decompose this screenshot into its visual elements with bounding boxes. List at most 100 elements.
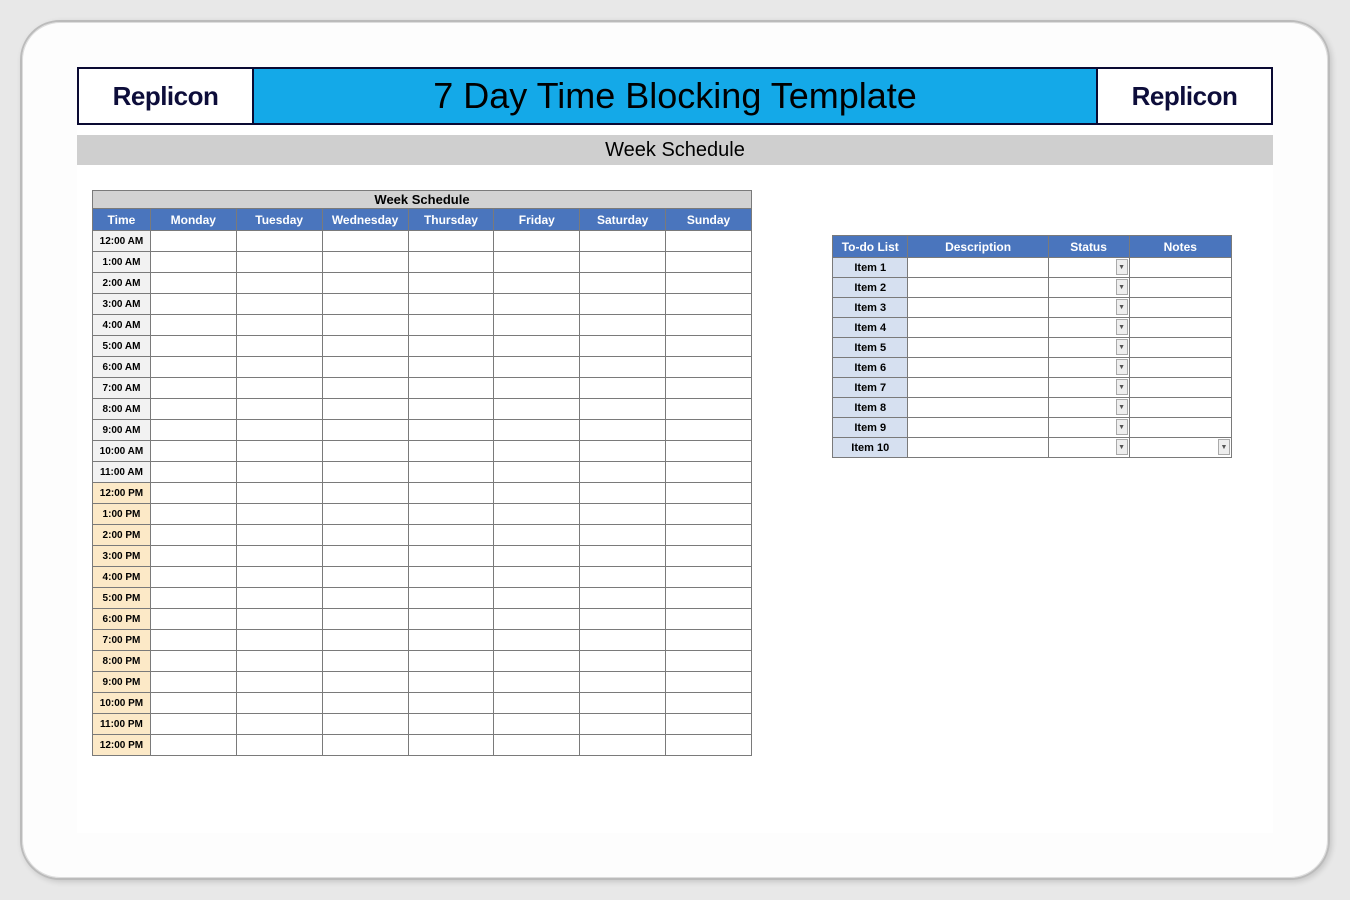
schedule-cell[interactable]: [150, 231, 236, 252]
schedule-cell[interactable]: [236, 441, 322, 462]
schedule-cell[interactable]: [580, 420, 666, 441]
schedule-cell[interactable]: [666, 399, 752, 420]
schedule-cell[interactable]: [666, 273, 752, 294]
schedule-cell[interactable]: [408, 378, 494, 399]
schedule-cell[interactable]: [236, 420, 322, 441]
todo-description-cell[interactable]: [908, 258, 1048, 278]
todo-status-cell[interactable]: ▼: [1048, 398, 1129, 418]
schedule-cell[interactable]: [322, 609, 408, 630]
schedule-cell[interactable]: [322, 399, 408, 420]
todo-status-cell[interactable]: ▼: [1048, 438, 1129, 458]
schedule-cell[interactable]: [408, 252, 494, 273]
todo-description-cell[interactable]: [908, 298, 1048, 318]
schedule-cell[interactable]: [494, 336, 580, 357]
schedule-cell[interactable]: [494, 609, 580, 630]
schedule-cell[interactable]: [580, 546, 666, 567]
schedule-cell[interactable]: [494, 231, 580, 252]
schedule-cell[interactable]: [150, 441, 236, 462]
todo-notes-cell[interactable]: [1129, 278, 1231, 298]
todo-description-cell[interactable]: [908, 398, 1048, 418]
schedule-cell[interactable]: [666, 294, 752, 315]
schedule-cell[interactable]: [408, 567, 494, 588]
schedule-cell[interactable]: [322, 231, 408, 252]
schedule-cell[interactable]: [150, 336, 236, 357]
schedule-cell[interactable]: [236, 462, 322, 483]
schedule-cell[interactable]: [150, 546, 236, 567]
schedule-cell[interactable]: [580, 714, 666, 735]
schedule-cell[interactable]: [408, 525, 494, 546]
schedule-cell[interactable]: [666, 441, 752, 462]
schedule-cell[interactable]: [408, 651, 494, 672]
schedule-cell[interactable]: [408, 546, 494, 567]
schedule-cell[interactable]: [408, 315, 494, 336]
schedule-cell[interactable]: [666, 630, 752, 651]
schedule-cell[interactable]: [322, 651, 408, 672]
schedule-cell[interactable]: [580, 336, 666, 357]
schedule-cell[interactable]: [408, 609, 494, 630]
dropdown-arrow-icon[interactable]: ▼: [1116, 399, 1128, 415]
dropdown-arrow-icon[interactable]: ▼: [1116, 379, 1128, 395]
schedule-cell[interactable]: [580, 735, 666, 756]
schedule-cell[interactable]: [666, 462, 752, 483]
schedule-cell[interactable]: [322, 441, 408, 462]
schedule-cell[interactable]: [580, 357, 666, 378]
schedule-cell[interactable]: [150, 357, 236, 378]
schedule-cell[interactable]: [494, 294, 580, 315]
todo-status-cell[interactable]: ▼: [1048, 358, 1129, 378]
schedule-cell[interactable]: [494, 693, 580, 714]
schedule-cell[interactable]: [666, 483, 752, 504]
schedule-cell[interactable]: [322, 420, 408, 441]
dropdown-arrow-icon[interactable]: ▼: [1116, 359, 1128, 375]
schedule-cell[interactable]: [408, 399, 494, 420]
schedule-cell[interactable]: [322, 588, 408, 609]
todo-notes-cell[interactable]: ▼: [1129, 438, 1231, 458]
schedule-cell[interactable]: [236, 504, 322, 525]
todo-notes-cell[interactable]: [1129, 378, 1231, 398]
schedule-cell[interactable]: [408, 294, 494, 315]
todo-status-cell[interactable]: ▼: [1048, 298, 1129, 318]
schedule-cell[interactable]: [494, 546, 580, 567]
schedule-cell[interactable]: [322, 462, 408, 483]
schedule-cell[interactable]: [236, 546, 322, 567]
schedule-cell[interactable]: [666, 651, 752, 672]
schedule-cell[interactable]: [580, 651, 666, 672]
schedule-cell[interactable]: [580, 231, 666, 252]
schedule-cell[interactable]: [580, 609, 666, 630]
dropdown-arrow-icon[interactable]: ▼: [1116, 339, 1128, 355]
todo-status-cell[interactable]: ▼: [1048, 258, 1129, 278]
schedule-cell[interactable]: [494, 399, 580, 420]
schedule-cell[interactable]: [408, 630, 494, 651]
schedule-cell[interactable]: [580, 630, 666, 651]
schedule-cell[interactable]: [236, 336, 322, 357]
schedule-cell[interactable]: [494, 273, 580, 294]
schedule-cell[interactable]: [580, 462, 666, 483]
schedule-cell[interactable]: [322, 525, 408, 546]
schedule-cell[interactable]: [666, 378, 752, 399]
schedule-cell[interactable]: [494, 567, 580, 588]
schedule-cell[interactable]: [666, 504, 752, 525]
schedule-cell[interactable]: [666, 315, 752, 336]
schedule-cell[interactable]: [322, 546, 408, 567]
schedule-cell[interactable]: [666, 252, 752, 273]
schedule-cell[interactable]: [666, 525, 752, 546]
schedule-cell[interactable]: [494, 525, 580, 546]
schedule-cell[interactable]: [322, 273, 408, 294]
schedule-cell[interactable]: [494, 420, 580, 441]
schedule-cell[interactable]: [580, 567, 666, 588]
schedule-cell[interactable]: [236, 567, 322, 588]
schedule-cell[interactable]: [494, 504, 580, 525]
schedule-cell[interactable]: [236, 357, 322, 378]
schedule-cell[interactable]: [150, 315, 236, 336]
todo-status-cell[interactable]: ▼: [1048, 338, 1129, 358]
schedule-cell[interactable]: [408, 504, 494, 525]
schedule-cell[interactable]: [236, 588, 322, 609]
schedule-cell[interactable]: [150, 378, 236, 399]
schedule-cell[interactable]: [322, 693, 408, 714]
schedule-cell[interactable]: [150, 588, 236, 609]
schedule-cell[interactable]: [236, 378, 322, 399]
schedule-cell[interactable]: [236, 672, 322, 693]
todo-description-cell[interactable]: [908, 438, 1048, 458]
schedule-cell[interactable]: [322, 357, 408, 378]
schedule-cell[interactable]: [494, 315, 580, 336]
todo-status-cell[interactable]: ▼: [1048, 378, 1129, 398]
